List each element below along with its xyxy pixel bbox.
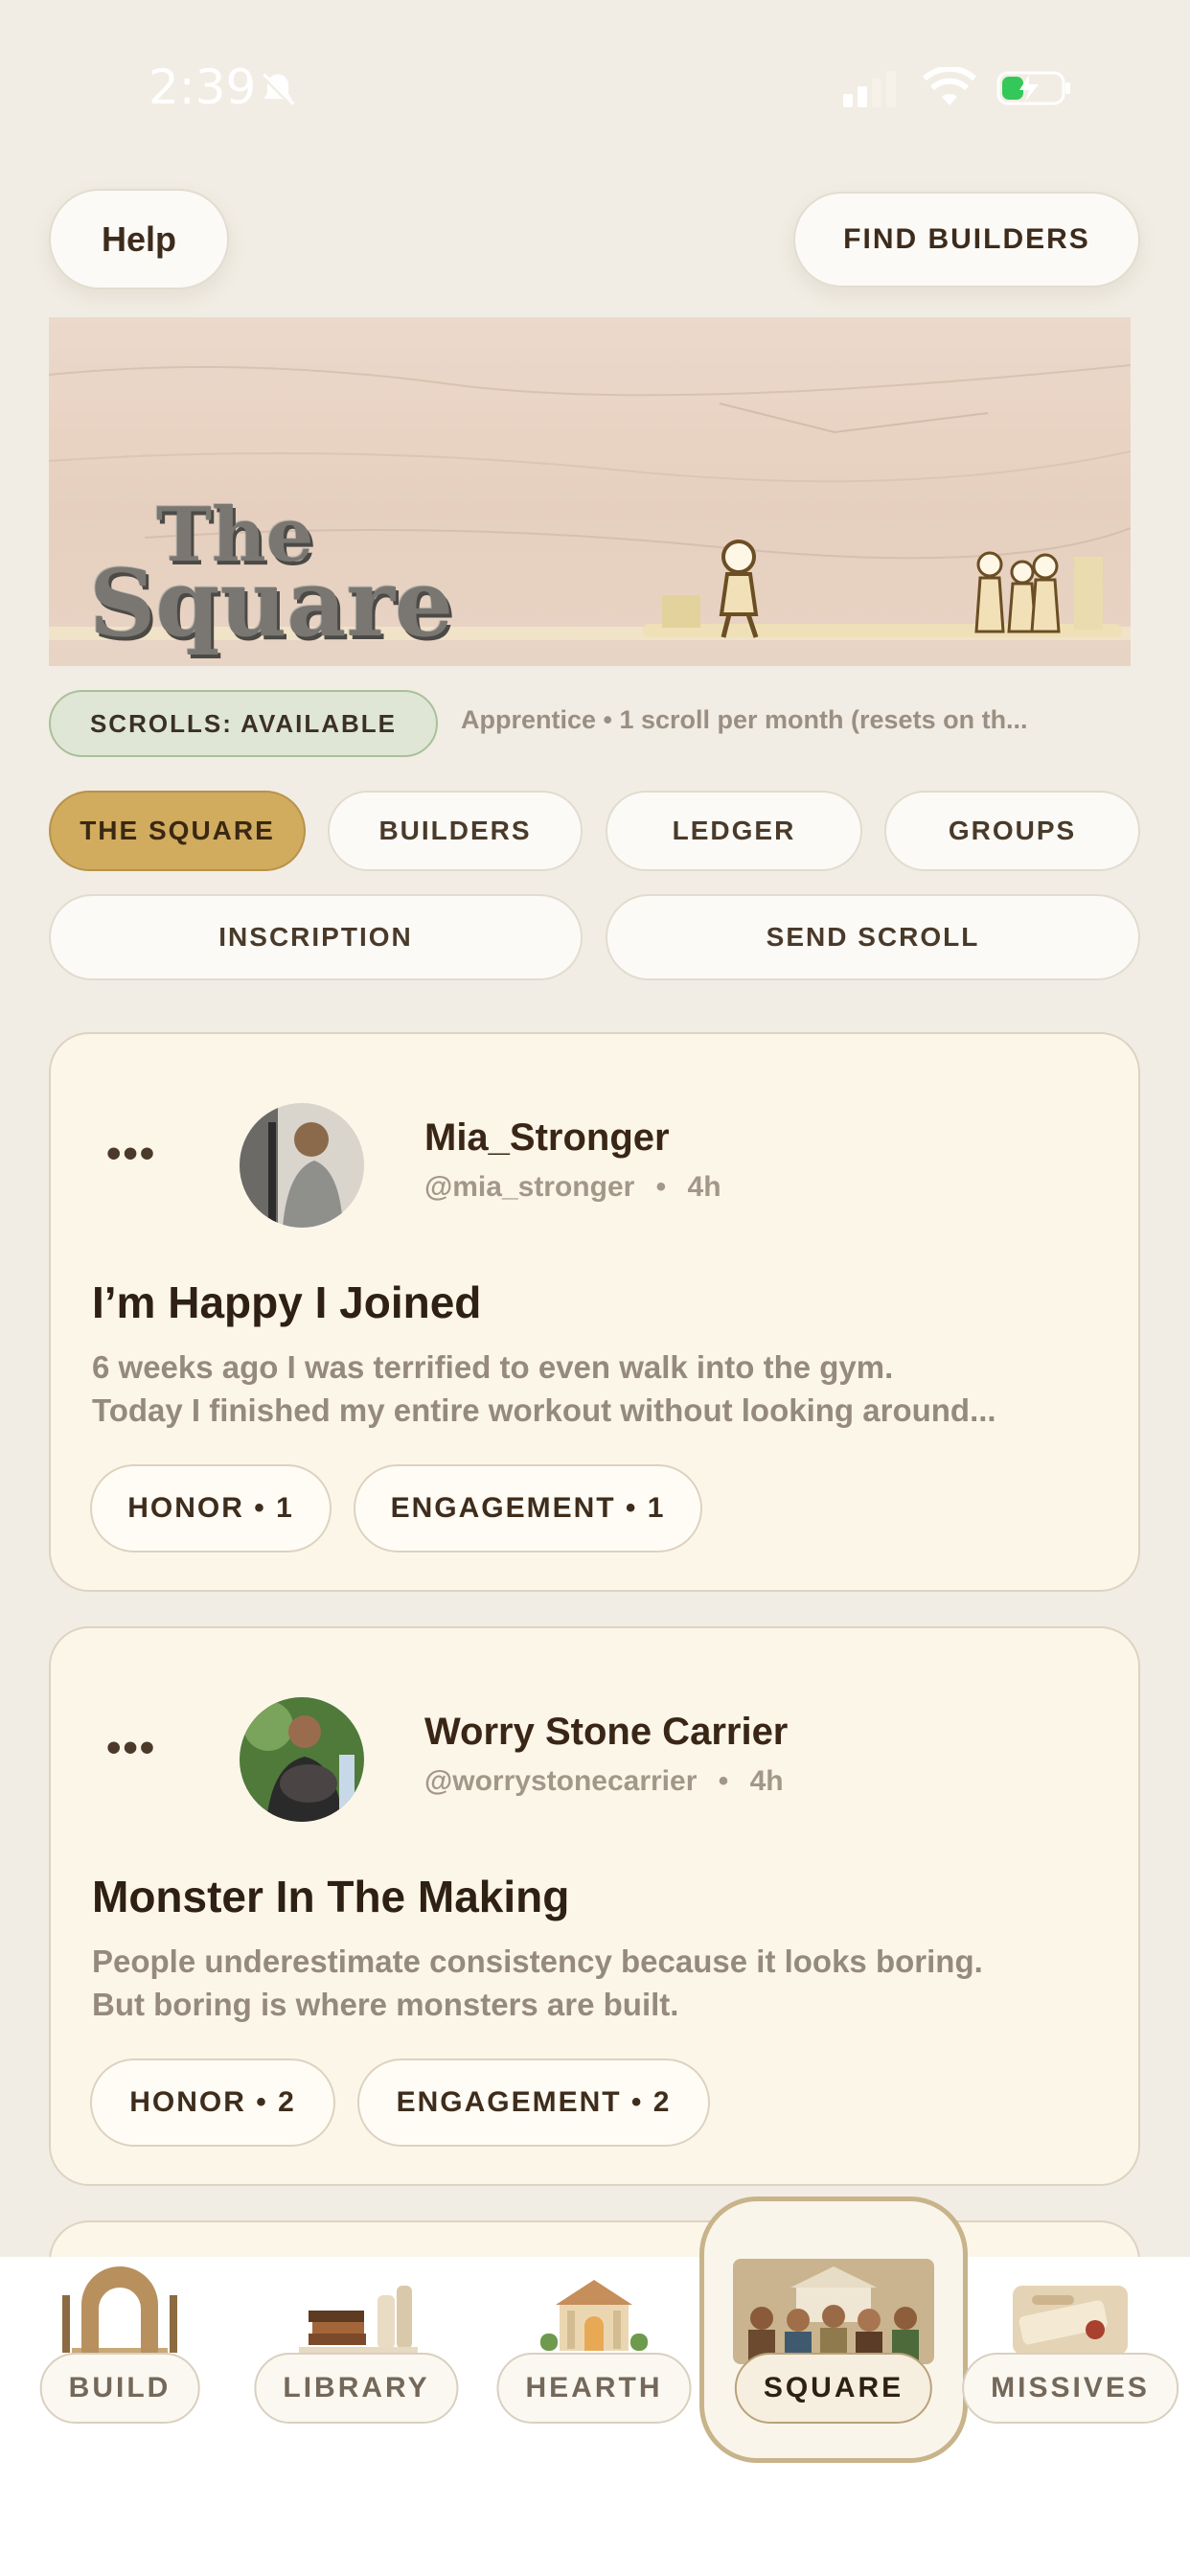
more-options-icon[interactable]: ••• bbox=[106, 1724, 156, 1772]
tab-ledger[interactable]: LEDGER bbox=[606, 791, 862, 871]
avatar-photo-icon bbox=[240, 1103, 364, 1228]
books-icon bbox=[299, 2286, 418, 2357]
author-name[interactable]: Mia_Stronger bbox=[424, 1116, 670, 1160]
nav-library-label: LIBRARY bbox=[254, 2353, 459, 2424]
wifi-icon bbox=[923, 67, 976, 105]
tab-groups[interactable]: GROUPS bbox=[884, 791, 1140, 871]
post-body-line1: 6 weeks ago I was terrified to even walk… bbox=[92, 1349, 894, 1385]
scrolls-note: Apprentice • 1 scroll per month (resets … bbox=[461, 705, 1028, 734]
avatar[interactable] bbox=[240, 1697, 364, 1822]
nav-build-label: BUILD bbox=[39, 2353, 200, 2424]
square-banner: The Square bbox=[49, 317, 1131, 666]
tab-builders[interactable]: BUILDERS bbox=[328, 791, 583, 871]
nav-build[interactable]: BUILD bbox=[14, 2266, 225, 2458]
help-button[interactable]: Help bbox=[49, 189, 229, 289]
tab-the-square[interactable]: THE SQUARE bbox=[49, 791, 306, 871]
separator-dot: • bbox=[655, 1171, 667, 1203]
post-time: 4h bbox=[687, 1171, 721, 1203]
author-handle-text: @mia_stronger bbox=[424, 1171, 635, 1203]
scrolls-status-badge: SCROLLS: AVAILABLE bbox=[49, 690, 438, 757]
battery-charging-icon bbox=[996, 71, 1070, 105]
honor-button[interactable]: HONOR • 2 bbox=[90, 2058, 335, 2147]
post-body-line2: Today I finished my entire workout witho… bbox=[92, 1392, 996, 1428]
nav-missives-label: MISSIVES bbox=[962, 2353, 1179, 2424]
nav-square-label: SQUARE bbox=[734, 2353, 933, 2424]
post-title[interactable]: Monster In The Making bbox=[92, 1871, 569, 1922]
separator-dot: • bbox=[718, 1765, 729, 1797]
more-options-icon[interactable]: ••• bbox=[106, 1130, 156, 1178]
post-card: ••• Worry Stone Carrier @worrystonecarri… bbox=[49, 1626, 1140, 2186]
nav-square[interactable]: SQUARE bbox=[728, 2259, 939, 2458]
author-handle: @mia_stronger • 4h bbox=[424, 1171, 721, 1204]
nav-missives[interactable]: MISSIVES bbox=[962, 2266, 1179, 2458]
honor-button[interactable]: HONOR • 1 bbox=[90, 1464, 332, 1552]
post-title[interactable]: I’m Happy I Joined bbox=[92, 1276, 481, 1328]
cellular-signal-icon bbox=[843, 71, 896, 107]
nav-library[interactable]: LIBRARY bbox=[251, 2266, 462, 2458]
author-handle: @worrystonecarrier • 4h bbox=[424, 1765, 784, 1798]
author-handle-text: @worrystonecarrier bbox=[424, 1765, 698, 1797]
crowd-icon bbox=[733, 2259, 934, 2364]
banner-title-line2: Square bbox=[89, 548, 454, 657]
find-builders-button[interactable]: FIND BUILDERS bbox=[793, 192, 1140, 288]
avatar[interactable] bbox=[240, 1103, 364, 1228]
post-body[interactable]: 6 weeks ago I was terrified to even walk… bbox=[92, 1346, 1108, 1432]
scroll-icon bbox=[1013, 2286, 1128, 2355]
avatar-photo-icon bbox=[240, 1697, 364, 1822]
tab-inscription[interactable]: INSCRIPTION bbox=[49, 894, 583, 980]
engagement-button[interactable]: ENGAGEMENT • 1 bbox=[354, 1464, 702, 1552]
post-body[interactable]: People underestimate consistency because… bbox=[92, 1940, 1108, 2026]
status-time: 2:39 bbox=[149, 59, 257, 115]
banner-title: The Square bbox=[89, 498, 454, 657]
post-card: ••• Mia_Stronger @mia_stronger • 4h I’m … bbox=[49, 1032, 1140, 1592]
bell-muted-icon bbox=[260, 72, 296, 108]
nav-hearth[interactable]: HEARTH bbox=[489, 2266, 699, 2458]
temple-icon bbox=[540, 2280, 648, 2351]
engagement-button[interactable]: ENGAGEMENT • 2 bbox=[357, 2058, 710, 2147]
post-body-line2: But boring is where monsters are built. bbox=[92, 1987, 679, 2022]
nav-hearth-label: HEARTH bbox=[496, 2353, 692, 2424]
post-time: 4h bbox=[749, 1765, 784, 1797]
tab-send-scroll[interactable]: SEND SCROLL bbox=[606, 894, 1140, 980]
author-name[interactable]: Worry Stone Carrier bbox=[424, 1711, 788, 1754]
post-body-line1: People underestimate consistency because… bbox=[92, 1944, 983, 1979]
travelers-illustration bbox=[643, 540, 1122, 638]
arch-icon bbox=[62, 2266, 177, 2359]
